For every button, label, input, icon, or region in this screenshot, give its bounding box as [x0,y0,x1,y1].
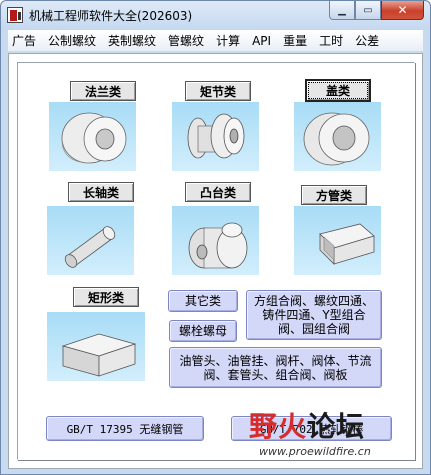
close-button[interactable]: ✕ [381,1,424,20]
menu-work-hours[interactable]: 工时 [313,32,349,49]
app-icon [7,7,23,23]
window-title: 机械工程师软件大全(202603) [29,9,193,23]
minimize-icon: ▁ [338,4,346,16]
boss-thumbnail[interactable] [172,206,259,275]
app-window: 机械工程师软件大全(202603) ▁ ▭ ✕ 广告 公制螺纹 英制螺纹 管螺纹… [0,0,431,475]
square-tube-thumbnail[interactable] [294,206,381,275]
others-button[interactable]: 其它类 [168,290,238,312]
menu-weight[interactable]: 重量 [277,32,313,49]
boss-category-button[interactable]: 凸台类 [185,182,251,202]
pipe-fittings-button[interactable]: 油管头、油管挂、阀杆、阀体、节流阀、套管头、组合阀、阀板 [169,347,382,388]
shaft-part-icon [64,226,116,268]
long-shaft-category-button[interactable]: 长轴类 [68,182,134,202]
close-icon: ✕ [397,3,408,17]
menu-imperial-thread[interactable]: 英制螺纹 [102,32,162,49]
valves-button[interactable]: 方组合阀、螺纹四通、铸件四通、Y型组合阀、园组合阀 [246,290,382,340]
maximize-button[interactable]: ▭ [355,1,381,20]
watermark-brand: 野火 [249,410,308,443]
menu-tolerance[interactable]: 公差 [349,32,385,49]
watermark-logo: 野火论坛 [249,405,365,445]
menu-pipe-thread[interactable]: 管螺纹 [162,32,210,49]
menu-ads[interactable]: 广告 [8,32,42,49]
forum-watermark: 野火论坛 www.proewildfire.cn [249,405,421,465]
boss-part-icon [188,222,248,269]
minimize-button[interactable]: ▁ [329,1,355,20]
cover-thumbnail[interactable] [294,102,381,171]
watermark-forum: 论坛 [307,410,366,443]
watermark-url: www.proewildfire.cn [259,445,371,458]
flange-part-icon [61,112,127,164]
joint-thumbnail[interactable] [172,102,259,171]
square-tube-category-button[interactable]: 方管类 [301,185,367,205]
rectangle-category-button[interactable]: 矩形类 [73,287,139,307]
flange-category-button[interactable]: 法兰类 [70,81,136,101]
flange-thumbnail[interactable] [49,102,136,171]
cover-category-button[interactable]: 盖类 [305,79,371,102]
cover-part-icon [303,112,370,166]
gb-17395-seamless-pipe-button[interactable]: GB/T 17395 无缝钢管 [46,416,204,441]
rectangle-block-icon [61,333,137,377]
menu-calculate[interactable]: 计算 [210,32,246,49]
title-bar[interactable]: 机械工程师软件大全(202603) ▁ ▭ ✕ [1,1,430,30]
window-controls: ▁ ▭ ✕ [329,1,424,20]
menu-bar: 广告 公制螺纹 英制螺纹 管螺纹 计算 API 重量 工时 公差 [8,30,423,52]
menu-api[interactable]: API [246,34,277,48]
rectangle-thumbnail[interactable] [47,312,145,381]
long-shaft-thumbnail[interactable] [47,206,134,275]
maximize-icon: ▭ [363,4,373,16]
bolt-nut-button[interactable]: 螺栓螺母 [169,320,237,342]
menu-metric-thread[interactable]: 公制螺纹 [42,32,102,49]
joint-category-button[interactable]: 矩节类 [185,81,251,101]
joint-part-icon [187,113,245,159]
square-tube-icon [319,223,375,265]
